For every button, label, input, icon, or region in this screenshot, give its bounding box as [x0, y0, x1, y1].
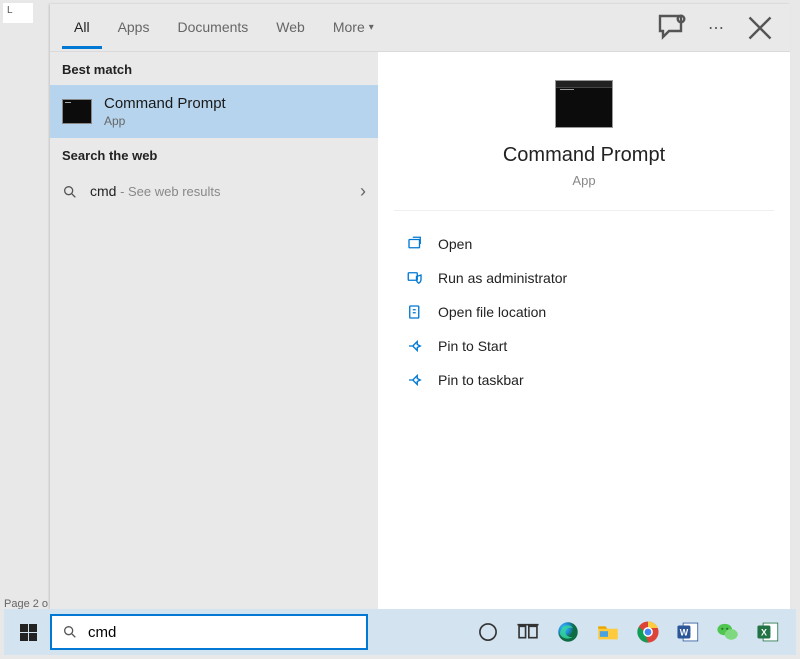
detail-subtitle: App: [394, 173, 774, 188]
action-pin-taskbar[interactable]: Pin to taskbar: [386, 363, 782, 397]
section-search-web: Search the web: [50, 138, 378, 171]
web-result-item[interactable]: cmd - See web results ›: [50, 171, 378, 212]
feedback-icon[interactable]: [654, 10, 690, 46]
tab-web[interactable]: Web: [264, 6, 317, 49]
svg-text:X: X: [761, 627, 767, 637]
command-prompt-icon: [62, 99, 92, 124]
open-icon: [406, 235, 424, 253]
best-match-text: Command Prompt App: [104, 95, 226, 128]
chevron-down-icon: ▾: [369, 22, 374, 33]
detail-title: Command Prompt: [394, 144, 774, 167]
action-open-label: Open: [438, 236, 472, 252]
divider: [394, 210, 774, 211]
tab-documents[interactable]: Documents: [165, 6, 260, 49]
tab-more-label: More: [333, 19, 365, 35]
panel-body: Best match Command Prompt App Search the…: [50, 52, 790, 610]
taskbar-wechat-icon[interactable]: [710, 614, 746, 650]
section-best-match: Best match: [50, 52, 378, 85]
search-results-panel: All Apps Documents Web More ▾ ⋯ Best mat…: [50, 4, 790, 610]
action-pin-start[interactable]: Pin to Start: [386, 329, 782, 363]
detail-pane: Command Prompt App Open Run as administr…: [378, 52, 790, 610]
search-tabs-bar: All Apps Documents Web More ▾ ⋯: [50, 4, 790, 52]
action-pin-taskbar-label: Pin to taskbar: [438, 372, 524, 388]
chevron-right-icon: ›: [360, 181, 366, 202]
command-prompt-large-icon: [555, 80, 613, 128]
taskbar: W X: [4, 609, 796, 655]
search-icon: [62, 184, 78, 200]
best-match-item[interactable]: Command Prompt App: [50, 85, 378, 138]
taskbar-cortana-icon[interactable]: [470, 614, 506, 650]
taskbar-search-box[interactable]: [50, 614, 368, 650]
close-icon[interactable]: [742, 10, 778, 46]
taskbar-edge-icon[interactable]: [550, 614, 586, 650]
search-icon: [62, 624, 78, 640]
action-run-admin-label: Run as administrator: [438, 270, 567, 286]
taskbar-chrome-icon[interactable]: [630, 614, 666, 650]
start-button[interactable]: [8, 612, 48, 652]
svg-text:W: W: [680, 627, 689, 637]
action-pin-start-label: Pin to Start: [438, 338, 507, 354]
web-result-left: cmd - See web results: [62, 183, 221, 201]
action-open-file-location[interactable]: Open file location: [386, 295, 782, 329]
taskbar-file-explorer-icon[interactable]: [590, 614, 626, 650]
taskbar-pinned-apps: W X: [470, 614, 792, 650]
web-result-hint: - See web results: [116, 184, 220, 199]
action-run-admin[interactable]: Run as administrator: [386, 261, 782, 295]
detail-actions: Open Run as administrator Open file loca…: [378, 219, 790, 405]
tabs-left-group: All Apps Documents Web More ▾: [62, 6, 386, 49]
shield-admin-icon: [406, 269, 424, 287]
background-window-corner: L: [3, 3, 33, 23]
folder-location-icon: [406, 303, 424, 321]
best-match-subtitle: App: [104, 114, 226, 128]
pin-start-icon: [406, 337, 424, 355]
pin-taskbar-icon: [406, 371, 424, 389]
detail-hero: Command Prompt App: [378, 52, 790, 210]
taskbar-excel-icon[interactable]: X: [750, 614, 786, 650]
tabs-right-group: ⋯: [654, 10, 778, 46]
windows-logo-icon: [19, 624, 36, 641]
web-result-text-wrap: cmd - See web results: [90, 183, 221, 201]
taskbar-word-icon[interactable]: W: [670, 614, 706, 650]
tab-apps[interactable]: Apps: [106, 6, 162, 49]
web-result-query: cmd: [90, 183, 116, 199]
action-open[interactable]: Open: [386, 227, 782, 261]
action-open-loc-label: Open file location: [438, 304, 546, 320]
search-input[interactable]: [88, 624, 356, 641]
tab-all[interactable]: All: [62, 6, 102, 49]
more-options-icon[interactable]: ⋯: [698, 10, 734, 46]
taskbar-task-view-icon[interactable]: [510, 614, 546, 650]
tab-more[interactable]: More ▾: [321, 6, 386, 49]
result-list: Best match Command Prompt App Search the…: [50, 52, 378, 610]
best-match-title: Command Prompt: [104, 95, 226, 112]
